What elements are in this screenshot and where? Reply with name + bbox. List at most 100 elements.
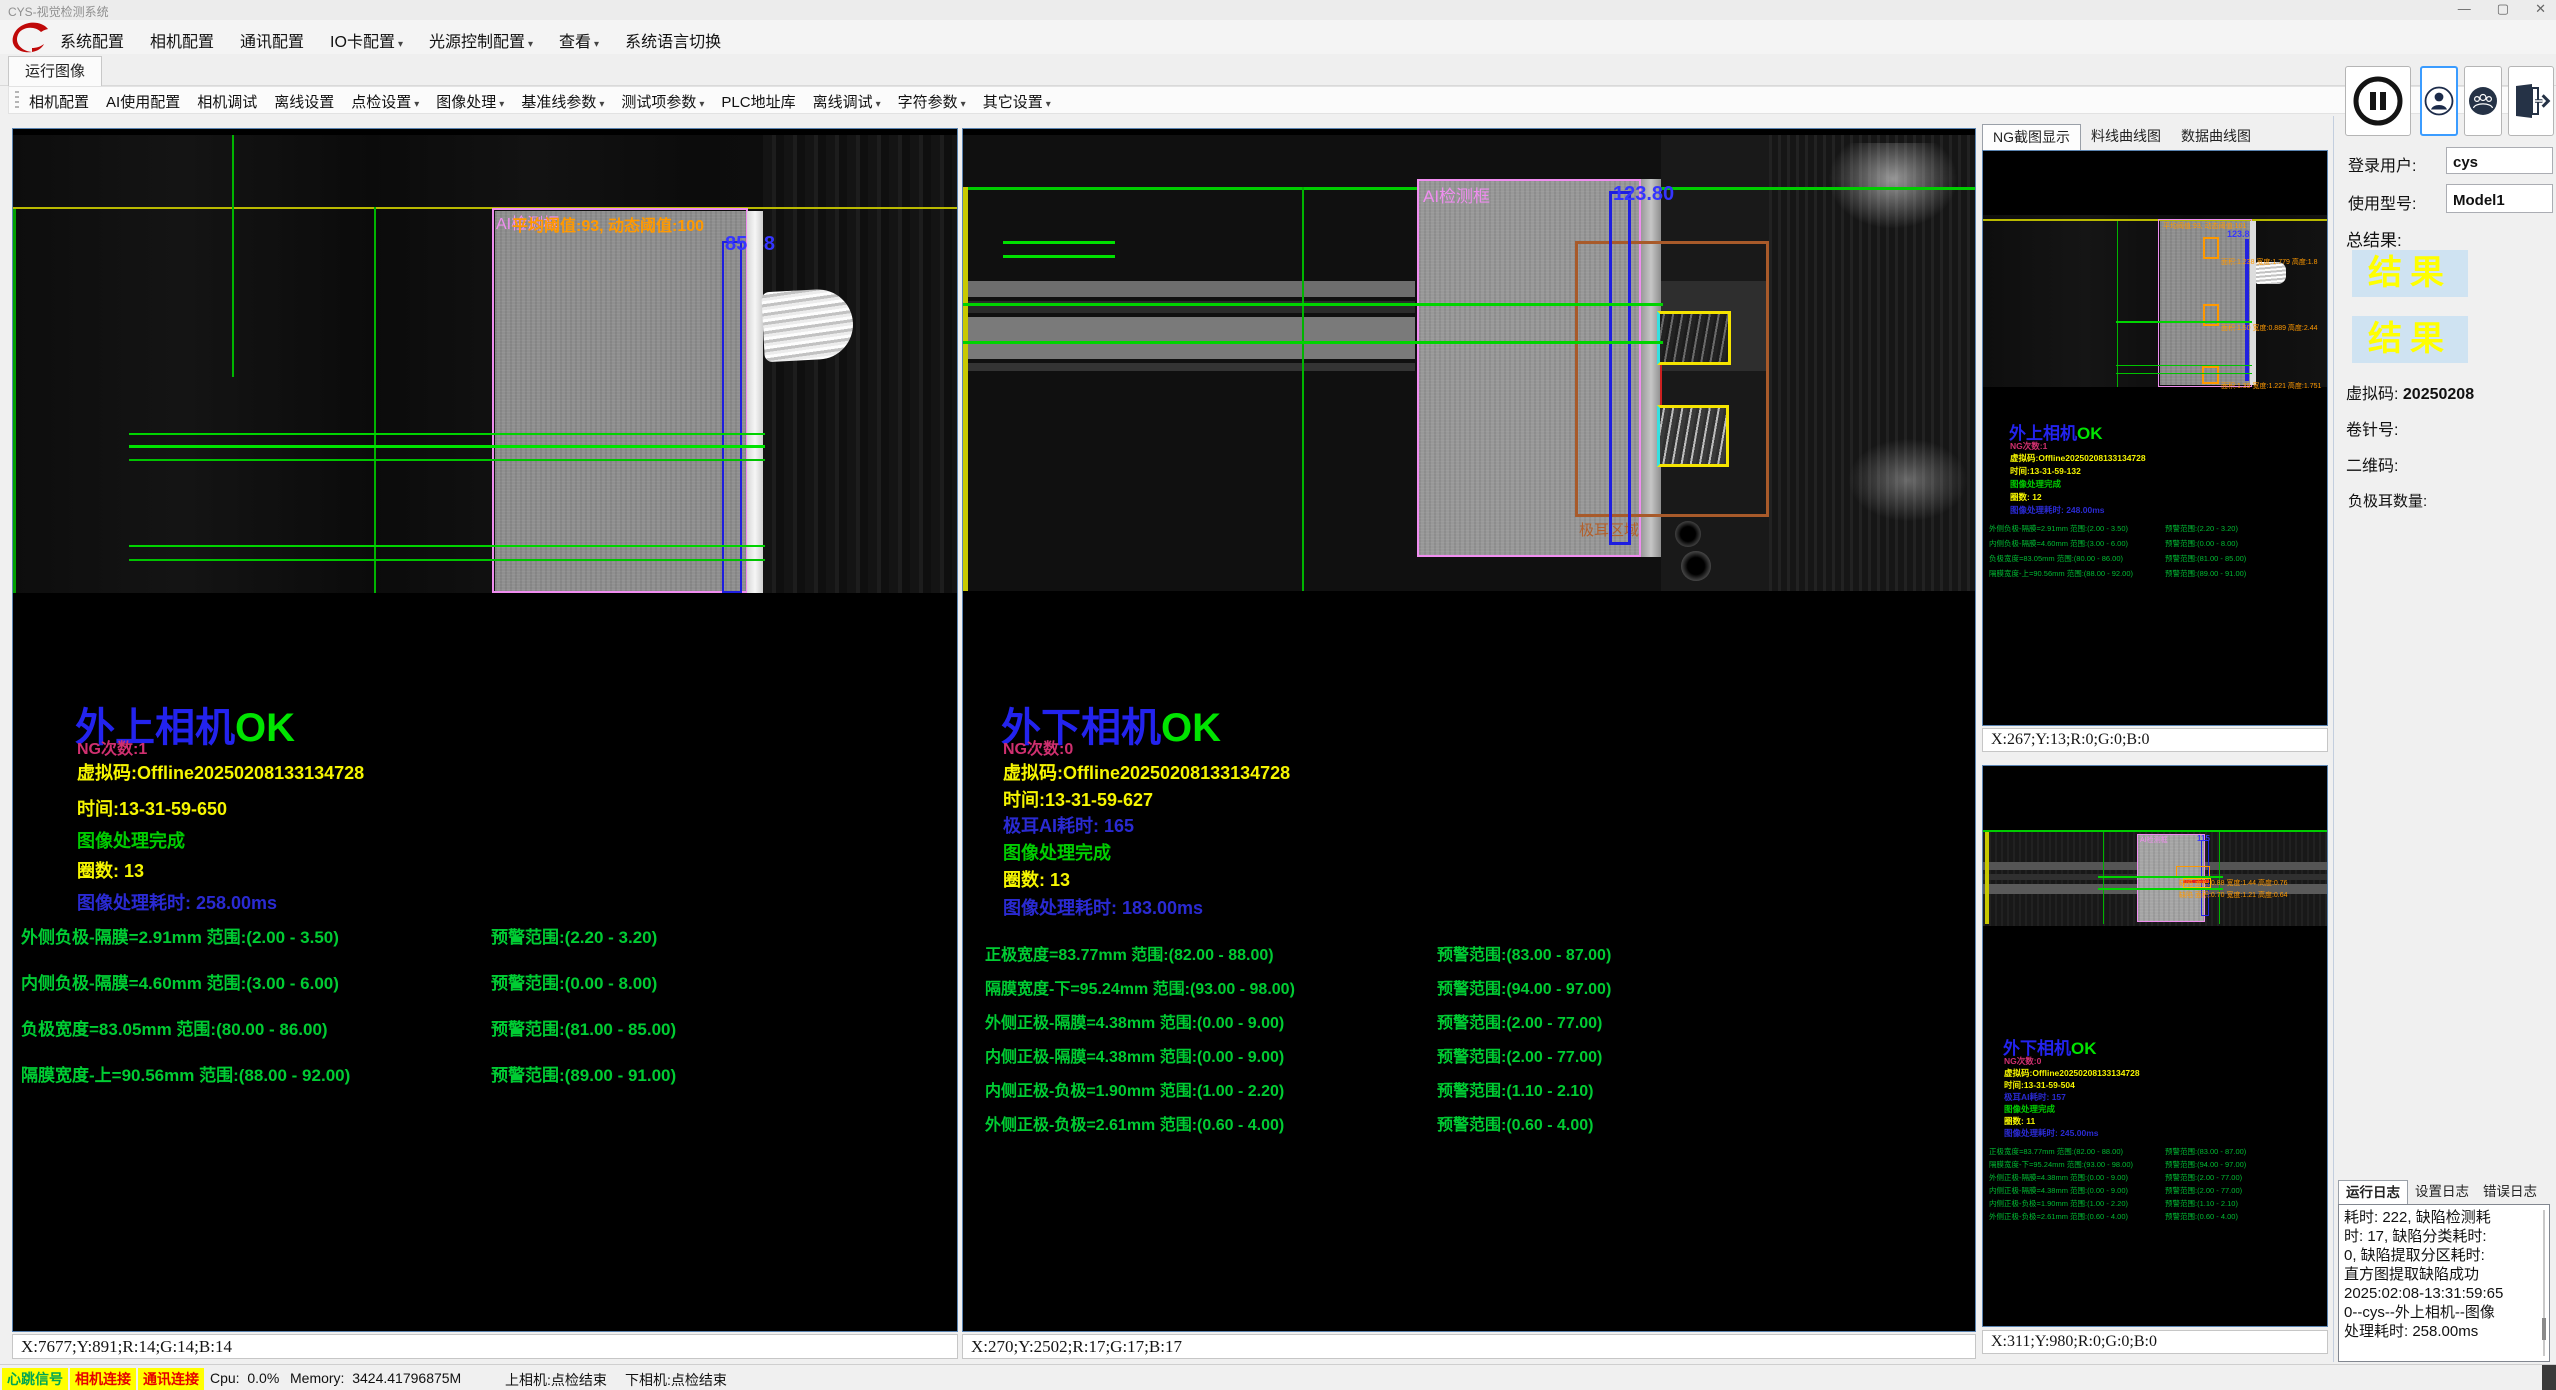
warning-range-text: 预警范围:(81.00 - 85.00) [2165, 553, 2246, 564]
tab-line-curve[interactable]: 料线曲线图 [2081, 124, 2171, 150]
warning-range-text: 预警范围:(2.00 - 77.00) [2165, 1172, 2242, 1183]
measurement-text: 外侧正极-负极=2.61mm 范围:(0.60 - 4.00) [1989, 1211, 2128, 1222]
exit-button[interactable] [2508, 66, 2554, 136]
chevron-down-icon: ▾ [961, 99, 966, 110]
statusbar-corner [2542, 1365, 2556, 1390]
log-scrollbar[interactable] [2543, 1210, 2545, 1356]
warning-range-text: 预警范围:(89.00 - 91.00) [491, 1061, 676, 1086]
tool-other-settings[interactable]: 其它设置▾ [983, 91, 1051, 112]
measure-green-line [2116, 321, 2252, 323]
window-title: CYS-视觉检测系统 [8, 3, 109, 20]
measurement-text: 外侧正极-隔膜=4.38mm 范围:(0.00 - 9.00) [1989, 1172, 2128, 1183]
measurement-text: 内侧负极-隔膜=4.60mm 范围:(3.00 - 6.00) [1989, 538, 2128, 549]
tool-char-params[interactable]: 字符参数▾ [898, 91, 966, 112]
log-line: 0, 缺陷提取分区耗时: [2344, 1246, 2537, 1265]
measurement-text: 正极宽度=83.77mm 范围:(82.00 - 88.00) [985, 941, 1274, 965]
ng-preview-top: 平均阈值:93, 动态阈值:101 123.8 面积:1.238 宽度:1.77… [1982, 150, 2328, 726]
tool-test-params[interactable]: 测试项参数▾ [621, 91, 704, 112]
warning-range-text: 预警范围:(0.60 - 4.00) [1437, 1111, 1594, 1135]
menu-io-config[interactable]: IO卡配置▾ [330, 28, 403, 52]
baseline-yellow-line [13, 207, 957, 209]
tool-offline-setting[interactable]: 离线设置 [274, 91, 334, 112]
machinery-band [963, 317, 1415, 359]
measure-green-line [2098, 876, 2223, 878]
tool-camera-debug[interactable]: 相机调试 [197, 91, 257, 112]
tab-ng-screenshot[interactable]: NG截图显示 [1982, 124, 2081, 150]
vertical-green-line [232, 135, 234, 377]
ai-box-label: AI检测框 [2140, 835, 2168, 845]
menu-system-config[interactable]: 系统配置 [60, 28, 124, 52]
warning-range-text: 预警范围:(94.00 - 97.00) [1437, 975, 1611, 999]
virtual-code-line: 虚拟码:Offline20250208133134728 [77, 759, 364, 785]
pause-icon [2351, 74, 2405, 128]
mid-pixel-coords: X:270;Y:2502;R:17;G:17;B:17 [962, 1334, 1976, 1359]
tab-error-log[interactable]: 错误日志 [2476, 1180, 2544, 1204]
log-line: 时: 17, 缺陷分类耗时: [2344, 1227, 2537, 1246]
tab-run-image[interactable]: 运行图像 [8, 56, 102, 86]
menu-camera-config[interactable]: 相机配置 [150, 28, 214, 52]
users-group-icon [2467, 85, 2499, 117]
tab-setting-log[interactable]: 设置日志 [2408, 1180, 2476, 1204]
log-content[interactable]: 耗时: 222, 缺陷检测耗 时: 17, 缺陷分类耗时: 0, 缺陷提取分区耗… [2338, 1204, 2550, 1362]
users-group-button[interactable] [2464, 66, 2502, 136]
screw-head [1675, 521, 1701, 547]
log-line: 直方图提取缺陷成功 [2344, 1265, 2537, 1284]
measure-green-line [963, 303, 1663, 306]
user-button[interactable] [2420, 66, 2458, 136]
process-time-line: 图像处理耗时: 258.00ms [77, 889, 277, 915]
upper-camera-status: 上相机:点检结束 [505, 1370, 607, 1390]
measure-green-line [129, 545, 765, 547]
virtual-code-line: 虚拟码:Offline20250208133134728 [1003, 759, 1290, 785]
menu-language-switch[interactable]: 系统语言切换 [625, 28, 721, 52]
tool-ai-config[interactable]: AI使用配置 [106, 91, 180, 112]
warning-range-text: 预警范围:(2.00 - 77.00) [1437, 1009, 1602, 1033]
ai-detect-box [492, 208, 748, 593]
machinery-texture [763, 135, 957, 593]
result-badge-top: 结果 [2352, 250, 2468, 297]
measure-green-line [129, 459, 765, 461]
left-camera-image: AI检测框 平均阈值:93, 动态阈值:100 85.88 [13, 135, 957, 593]
warning-range-text: 预警范围:(89.00 - 91.00) [2165, 568, 2246, 579]
warning-range-text: 预警范围:(2.00 - 77.00) [1437, 1043, 1602, 1067]
close-button[interactable]: ✕ [2535, 1, 2546, 17]
measurement-text: 内侧正极-隔膜=4.38mm 范围:(0.00 - 9.00) [1989, 1185, 2128, 1196]
menu-light-config[interactable]: 光源控制配置▾ [429, 28, 533, 52]
login-user-field[interactable] [2446, 147, 2553, 174]
tool-plc-library[interactable]: PLC地址库 [721, 91, 795, 112]
chevron-down-icon: ▾ [1046, 99, 1051, 110]
minimize-button[interactable]: — [2458, 1, 2471, 17]
log-line: 耗时: 222, 缺陷检测耗 [2344, 1208, 2537, 1227]
measure-green-line [129, 559, 765, 561]
log-tabs: 运行日志 设置日志 错误日志 [2338, 1180, 2544, 1204]
total-result-label: 总结果: [2346, 226, 2402, 251]
virtual-code-line: 虚拟码:Offline20250208133134728 [2004, 1067, 2140, 1079]
menu-view[interactable]: 查看▾ [559, 28, 599, 52]
edge-yellow-bar [1985, 832, 1989, 924]
tool-camera-config[interactable]: 相机配置 [29, 91, 89, 112]
model-field[interactable] [2446, 184, 2553, 213]
defect-label: 面积:1.50 宽度:0.889 高度:2.44 [2221, 323, 2318, 333]
loop-count-line: 圈数: 12 [2010, 491, 2042, 503]
tool-spotcheck-setting[interactable]: 点检设置▾ [351, 91, 419, 112]
model-label: 使用型号: [2348, 190, 2416, 214]
loop-count-line: 圈数: 13 [1003, 866, 1070, 892]
menu-comm-config[interactable]: 通讯配置 [240, 28, 304, 52]
pause-button[interactable] [2345, 66, 2411, 136]
heartbeat-status: 心跳信号 [2, 1368, 68, 1390]
tab-data-curve[interactable]: 数据曲线图 [2171, 124, 2261, 150]
ng2-image: AI检测框 115 缺陷 面积:0.88 宽度:1.44 高度:0.76 缺陷 … [1983, 830, 2327, 926]
exit-door-icon [2511, 83, 2551, 119]
vertical-green-line [2103, 832, 2104, 924]
measurement-text: 外侧负极-隔膜=2.91mm 范围:(2.00 - 3.50) [21, 923, 339, 948]
maximize-button[interactable]: ▢ [2497, 1, 2509, 17]
ng-count-label: NG次数:1 [2010, 440, 2047, 452]
tab-run-log[interactable]: 运行日志 [2338, 1180, 2408, 1204]
tool-offline-debug[interactable]: 离线调试▾ [813, 91, 881, 112]
tool-baseline-params[interactable]: 基准线参数▾ [521, 91, 604, 112]
width-value-label: 115 [2197, 834, 2210, 843]
toolbar-grip[interactable] [15, 91, 19, 111]
warning-range-text: 预警范围:(83.00 - 87.00) [1437, 941, 1611, 965]
measurement-text: 负极宽度=83.05mm 范围:(80.00 - 86.00) [21, 1015, 328, 1040]
film-edge-strip [747, 211, 763, 593]
tool-image-processing[interactable]: 图像处理▾ [436, 91, 504, 112]
